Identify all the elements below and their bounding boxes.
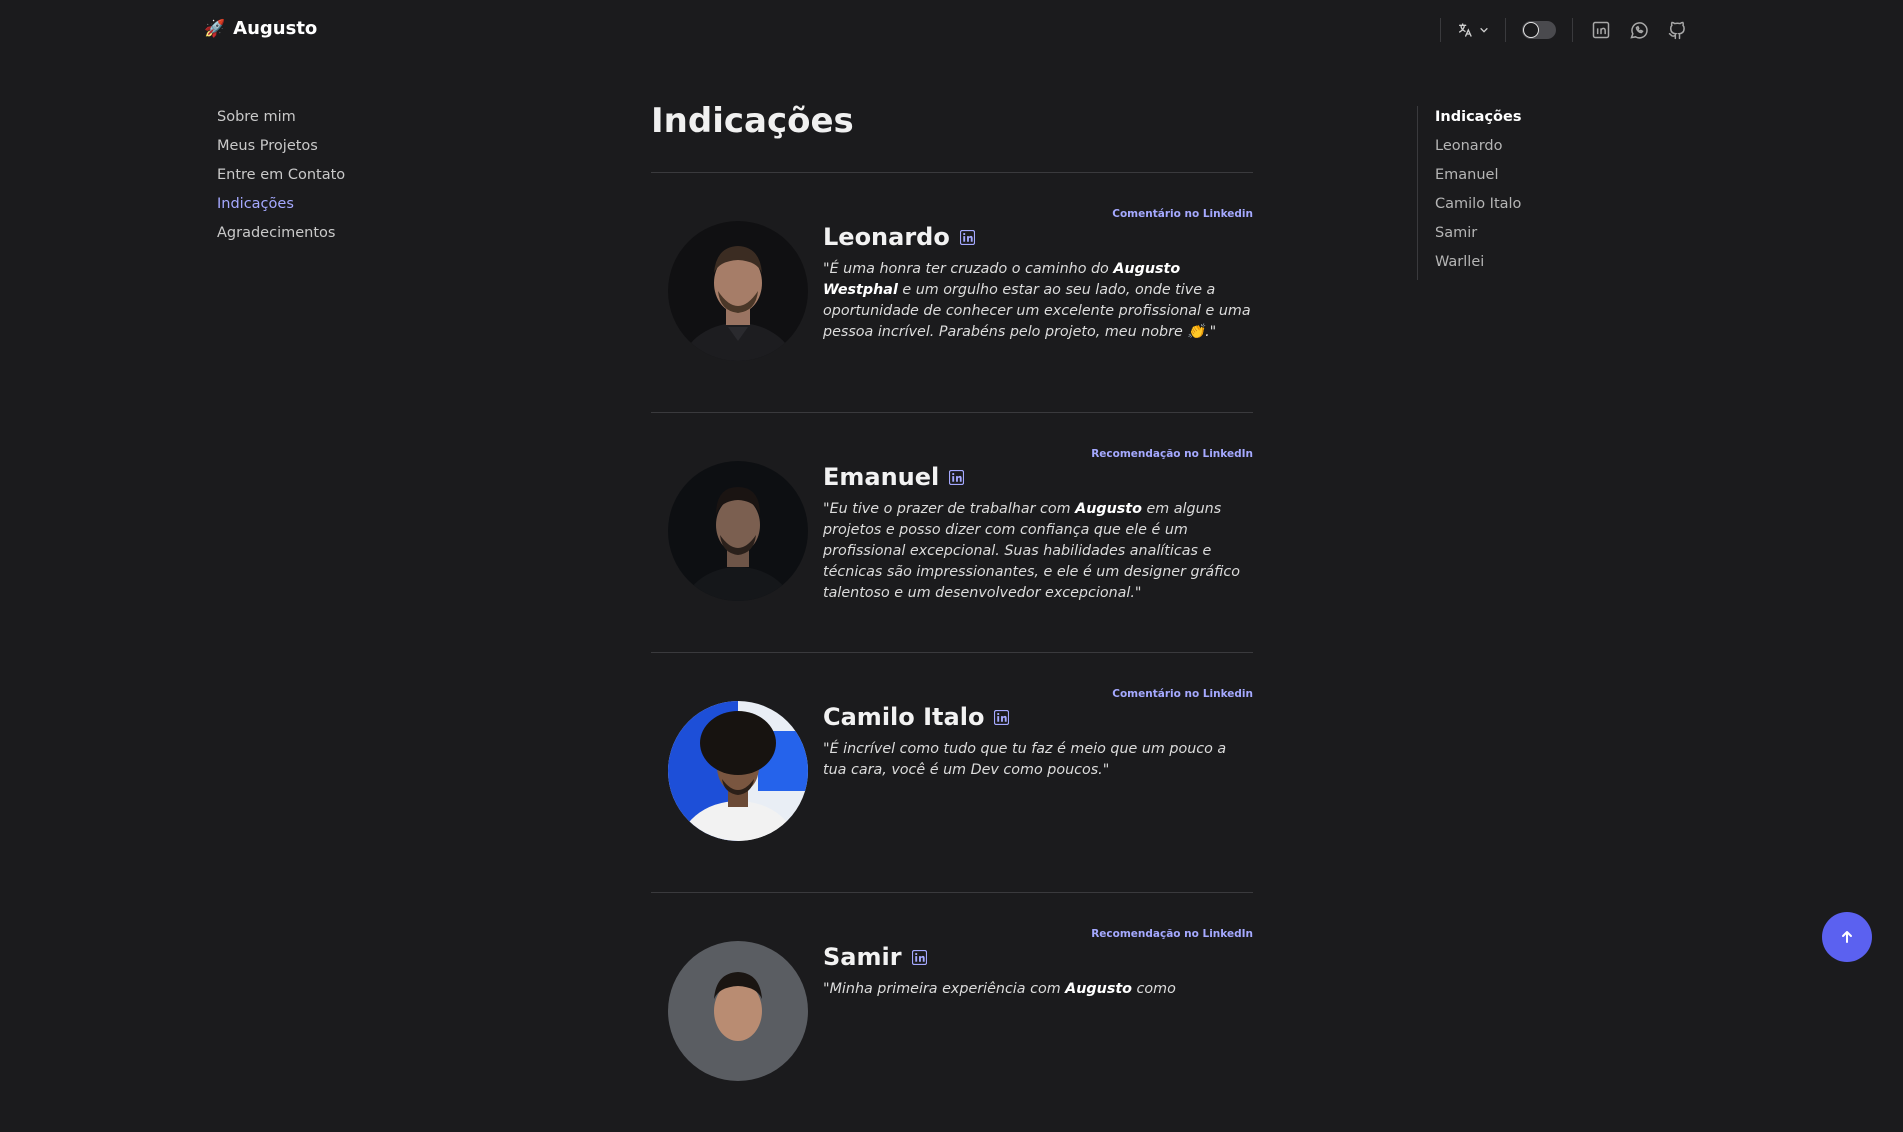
recommender-name-text: Leonardo	[823, 223, 950, 251]
toc-item-indicacoes[interactable]: Indicações	[1435, 106, 1521, 135]
linkedin-icon[interactable]	[959, 229, 975, 245]
recommender-name: Leonardo	[823, 223, 975, 251]
sidebar-item-agradecimentos[interactable]: Agradecimentos	[217, 222, 345, 251]
brand-name: Augusto	[233, 18, 318, 39]
toc-item-emanuel[interactable]: Emanuel	[1435, 164, 1521, 193]
source-link[interactable]: Recomendação no LinkedIn	[1091, 448, 1253, 460]
recommendation-quote: "É incrível como tudo que tu faz é meio …	[823, 739, 1253, 781]
recommendation-card: Comentário no Linkedin Leonardo "É uma h…	[651, 173, 1253, 412]
recommendation-card: Recomendação no LinkedIn Samir "Minha pr…	[651, 893, 1253, 1132]
recommender-name: Emanuel	[823, 463, 965, 491]
page-title: Indicações	[651, 101, 854, 141]
recommendation-card: Comentário no Linkedin Camilo Italo "É i…	[651, 653, 1253, 892]
toc-item-leonardo[interactable]: Leonardo	[1435, 135, 1521, 164]
sidebar-item-entre-em-contato[interactable]: Entre em Contato	[217, 164, 345, 193]
recommender-name: Samir	[823, 943, 927, 971]
quote-highlight: Augusto	[1065, 981, 1132, 997]
recommender-name: Camilo Italo	[823, 703, 1010, 731]
chevron-down-icon	[1480, 27, 1488, 33]
linkedin-icon[interactable]	[1591, 20, 1611, 40]
quote-text: "É uma honra ter cruzado o caminho do	[823, 261, 1114, 277]
sidebar: Sobre mim Meus Projetos Entre em Contato…	[217, 106, 345, 251]
quote-text: "Eu tive o prazer de trabalhar com	[823, 501, 1076, 517]
recommendation-quote: "É uma honra ter cruzado o caminho do Au…	[823, 259, 1253, 343]
sidebar-item-sobre-mim[interactable]: Sobre mim	[217, 106, 345, 135]
toc-item-warllei[interactable]: Warllei	[1435, 251, 1521, 280]
github-icon[interactable]	[1667, 20, 1687, 40]
source-link[interactable]: Comentário no Linkedin	[1112, 688, 1253, 700]
linkedin-icon[interactable]	[949, 469, 965, 485]
scroll-to-top-button[interactable]	[1822, 912, 1872, 962]
main-content: Indicações Comentário no Linkedin Leonar…	[651, 96, 1253, 1132]
quote-highlight: Augusto	[1075, 501, 1142, 517]
linkedin-icon[interactable]	[911, 949, 927, 965]
recommendation-card: Recomendação no LinkedIn Emanuel "Eu tiv…	[651, 413, 1253, 652]
table-of-contents: Indicações Leonardo Emanuel Camilo Italo…	[1417, 106, 1521, 280]
quote-text: "Minha primeira experiência com	[823, 981, 1066, 997]
avatar	[668, 221, 808, 361]
source-link[interactable]: Comentário no Linkedin	[1112, 208, 1253, 220]
translate-icon	[1459, 23, 1472, 37]
toc-item-samir[interactable]: Samir	[1435, 222, 1521, 251]
rocket-icon: 🚀	[204, 18, 226, 39]
moon-icon	[1525, 25, 1531, 37]
source-link[interactable]: Recomendação no LinkedIn	[1091, 928, 1253, 940]
navbar: 🚀 Augusto	[0, 0, 1903, 60]
sidebar-item-indicacoes[interactable]: Indicações	[217, 193, 345, 222]
quote-text: "É incrível como tudo que tu faz é meio …	[823, 741, 1227, 778]
recommendation-quote: "Minha primeira experiência com Augusto …	[823, 979, 1253, 1000]
recommender-name-text: Emanuel	[823, 463, 940, 491]
whatsapp-icon[interactable]	[1629, 20, 1649, 40]
recommender-name-text: Samir	[823, 943, 902, 971]
avatar	[668, 461, 808, 601]
toggle-knob	[1523, 22, 1539, 38]
recommender-name-text: Camilo Italo	[823, 703, 985, 731]
quote-text: como	[1132, 981, 1176, 997]
language-dropdown[interactable]	[1441, 22, 1505, 38]
divider	[1505, 18, 1506, 42]
brand-link[interactable]: 🚀 Augusto	[204, 18, 317, 39]
social-links	[1573, 20, 1687, 40]
sidebar-item-meus-projetos[interactable]: Meus Projetos	[217, 135, 345, 164]
navbar-right	[1440, 14, 1687, 46]
linkedin-icon[interactable]	[994, 709, 1010, 725]
recommendation-quote: "Eu tive o prazer de trabalhar com Augus…	[823, 499, 1253, 604]
toc-item-camilo-italo[interactable]: Camilo Italo	[1435, 193, 1521, 222]
arrow-up-icon	[1842, 931, 1852, 943]
avatar	[668, 941, 808, 1081]
avatar	[668, 701, 808, 841]
dark-mode-toggle[interactable]	[1522, 21, 1556, 39]
